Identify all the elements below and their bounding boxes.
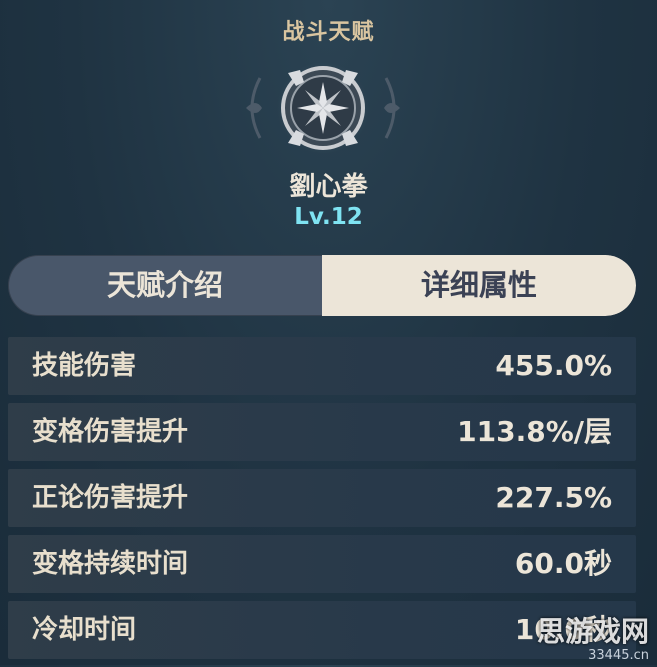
- attribute-label: 技能伤害: [32, 351, 137, 381]
- attribute-value: 455.0%: [495, 349, 612, 382]
- attribute-label: 变格伤害提升: [32, 417, 189, 447]
- attribute-value: 60.0秒: [514, 547, 612, 580]
- watermark-title: 思游戏网: [536, 615, 649, 648]
- talent-emblem-icon: [238, 58, 408, 158]
- tab-detailed-attributes[interactable]: 详细属性: [322, 255, 636, 316]
- tab-talent-intro[interactable]: 天赋介绍: [8, 255, 322, 316]
- skill-name: 劉心拳: [289, 172, 368, 202]
- attribute-row: 变格持续时间 60.0秒: [8, 535, 636, 593]
- attribute-label: 变格持续时间: [32, 549, 189, 579]
- section-title: 战斗天赋: [282, 20, 375, 45]
- skill-level: Lv.12: [294, 204, 363, 230]
- attribute-row: 正论伤害提升 227.5%: [8, 469, 636, 527]
- tab-bar: 天赋介绍 详细属性: [8, 255, 636, 316]
- attribute-row: 变格伤害提升 113.8%/层: [8, 403, 636, 461]
- attribute-value: 113.8%/层: [457, 415, 612, 448]
- attribute-label: 冷却时间: [32, 615, 137, 645]
- attribute-row: 技能伤害 455.0%: [8, 337, 636, 395]
- site-watermark: 思游戏网 33445.cn: [537, 610, 649, 663]
- watermark-url: 33445.cn: [588, 648, 649, 663]
- attribute-label: 正论伤害提升: [32, 483, 189, 513]
- attribute-value: 227.5%: [495, 481, 612, 514]
